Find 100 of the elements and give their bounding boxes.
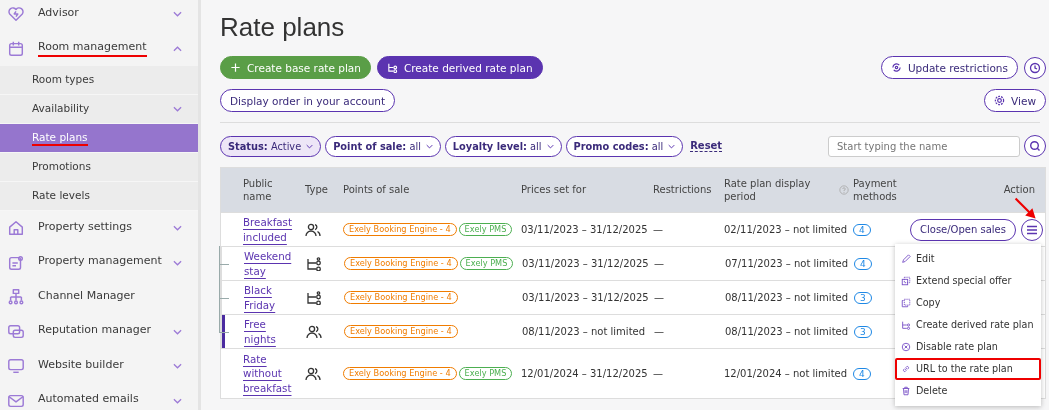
submenu-item[interactable]: Room types — [0, 66, 198, 95]
search-icon — [1029, 140, 1041, 152]
history-button[interactable] — [1024, 56, 1046, 79]
table-cell-text: 07/11/2023 – not limited — [725, 258, 850, 269]
chevron-icon[interactable] — [173, 45, 182, 52]
sidebar-item[interactable]: Property settings — [38, 219, 132, 237]
menu-item[interactable]: Create derived rate plan — [895, 313, 1041, 336]
table-cell-text: 08/11/2023 – not limited — [725, 326, 850, 337]
people-icon — [306, 324, 322, 339]
rate-plan-link[interactable]: Free nights — [244, 317, 276, 346]
settings-icon — [994, 95, 1006, 106]
table-cell-text: — — [654, 292, 665, 303]
table-cell-text: 03/11/2023 – 31/12/2025 — [522, 258, 650, 269]
chevron-icon[interactable] — [173, 11, 182, 18]
chevron-icon — [306, 143, 314, 149]
column-header: Restrictions — [653, 183, 713, 197]
hierarchy-icon — [7, 288, 25, 307]
menu-item[interactable]: Copy — [895, 291, 1041, 314]
people-icon — [305, 366, 321, 381]
sidebar-item[interactable]: Reputation manager — [38, 323, 151, 341]
table-cell-text: 12/01/2024 – not limited — [724, 368, 849, 379]
branch-icon — [306, 256, 322, 271]
table-cell-text: — — [654, 258, 665, 269]
monitor-icon — [7, 357, 25, 376]
chevron-icon[interactable] — [173, 225, 182, 232]
column-header: Prices set for — [521, 183, 587, 197]
sidebar-item[interactable]: Website builder — [38, 357, 124, 375]
table-cell-text: 03/11/2023 – 31/12/2025 — [521, 224, 649, 235]
update-restrictions-button[interactable]: Update restrictions — [880, 56, 1018, 79]
column-header: Points of sale — [343, 183, 411, 197]
submenu-item[interactable]: Rate levels — [0, 182, 198, 211]
chevron-icon[interactable] — [173, 363, 182, 370]
filter-dropdown[interactable]: Status: Active — [220, 135, 322, 157]
sidebar-item[interactable]: Room management — [38, 40, 147, 58]
sidebar-item[interactable]: Channel Manager — [38, 288, 135, 306]
table-cell-text: — — [653, 224, 664, 235]
link-icon — [901, 363, 911, 374]
rate-plan-link[interactable]: Weekend stay — [244, 249, 292, 278]
table-cell-text: 08/11/2023 – not limited — [725, 292, 850, 303]
refresh-icon — [890, 62, 902, 73]
menu-button[interactable] — [1021, 218, 1043, 241]
search-field[interactable]: Start typing the name — [828, 135, 1020, 157]
chevron-icon — [668, 143, 676, 149]
display-order-button[interactable]: Display order in your account — [220, 89, 396, 112]
chevron-icon — [425, 143, 433, 149]
table-cell-text: — — [653, 368, 664, 379]
squares-icon — [901, 275, 911, 286]
column-header: Action — [1002, 183, 1036, 197]
table-cell-text: 08/11/2023 – not limited — [522, 326, 647, 337]
column-header: Payment methods — [853, 176, 898, 204]
filter-dropdown[interactable]: Loyalty level: all — [444, 135, 562, 157]
sidebar-item[interactable]: Property management — [38, 254, 162, 272]
submenu-item[interactable]: Promotions — [0, 153, 198, 182]
submenu-item[interactable]: Rate plans — [0, 124, 198, 153]
table-cell-text: 12/01/2024 – 31/12/2025 — [521, 368, 649, 379]
chevron-icon — [546, 143, 554, 149]
plus-icon — [230, 62, 241, 73]
page-title: Rate plans — [220, 12, 346, 42]
copy-icon — [901, 297, 911, 308]
branch-icon — [901, 319, 911, 330]
column-header: Public name — [243, 176, 274, 204]
column-header: Rate plan display period — [724, 176, 853, 204]
document-icon — [7, 253, 25, 272]
table-cell-text: — — [654, 326, 665, 337]
submenu-item[interactable]: Availability — [0, 95, 198, 124]
chevron-icon[interactable] — [173, 328, 182, 335]
branch-icon — [306, 290, 322, 305]
rate-plan-link[interactable]: Breakfast included — [243, 215, 293, 244]
calendar-icon — [7, 39, 25, 58]
chevron-icon[interactable] — [173, 259, 182, 266]
pencil-icon — [901, 253, 911, 264]
heart-icon — [7, 5, 25, 24]
view-button[interactable]: View — [984, 89, 1046, 112]
rate-plan-link[interactable]: Black Friday — [244, 283, 276, 312]
menu-item[interactable]: Delete — [895, 379, 1041, 402]
house-icon — [7, 219, 25, 238]
menu-item[interactable]: Extend special offer — [895, 269, 1041, 292]
chevron-icon[interactable] — [173, 106, 182, 112]
branch-icon — [386, 62, 398, 73]
chevron-icon[interactable] — [173, 397, 182, 404]
chat-icon — [7, 322, 25, 341]
reset-link[interactable]: Reset — [690, 140, 723, 152]
rate-plan-link[interactable]: Rate without breakfast — [243, 352, 292, 395]
trash-icon — [901, 385, 911, 396]
search-button[interactable] — [1024, 135, 1046, 157]
menu-item[interactable]: URL to the rate plan — [895, 357, 1041, 380]
table-cell-text: 02/11/2023 – not limited — [724, 224, 849, 235]
filter-dropdown[interactable]: Point of sale: all — [325, 135, 441, 157]
people-icon — [305, 222, 321, 237]
sidebar-item[interactable]: Automated emails — [38, 392, 139, 410]
close-circle-icon — [901, 341, 911, 352]
sidebar-item[interactable]: Advisor — [38, 5, 79, 23]
filter-dropdown[interactable]: Promo codes: all — [565, 135, 684, 157]
create-derived-button[interactable]: Create derived rate plan — [376, 56, 543, 79]
table-cell-text: 03/11/2023 – 31/12/2025 — [522, 292, 650, 303]
close-open-sales-button[interactable]: Close/Open sales — [910, 218, 1016, 241]
column-header: Type — [305, 183, 329, 197]
menu-item[interactable]: Edit — [895, 247, 1041, 270]
menu-item[interactable]: Disable rate plan — [895, 335, 1041, 358]
clock-icon — [1029, 61, 1041, 74]
